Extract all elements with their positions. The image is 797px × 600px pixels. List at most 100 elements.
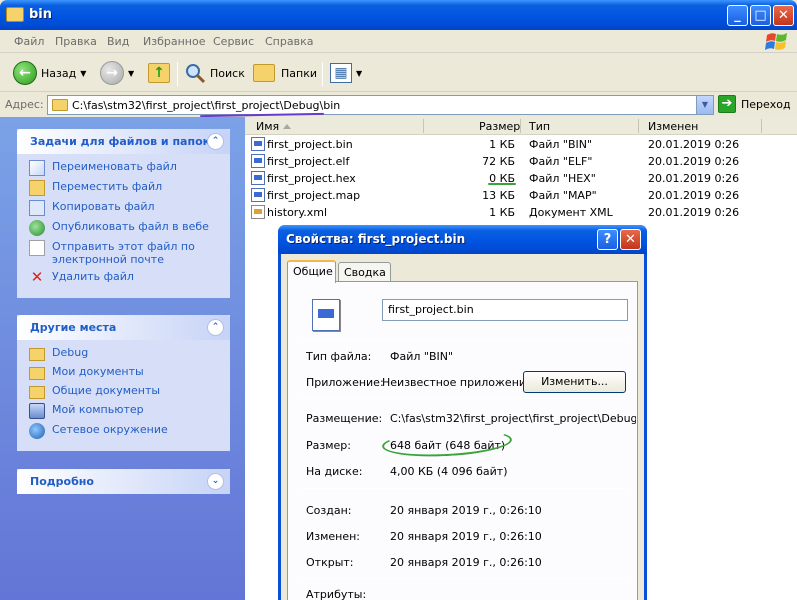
column-name[interactable]: Имя (256, 120, 279, 133)
change-button[interactable]: Изменить... (523, 371, 626, 393)
type-value: Файл "BIN" (390, 350, 454, 363)
minimize-button[interactable]: _ (727, 5, 748, 26)
network-icon (29, 423, 45, 439)
menu-favorites[interactable]: Избранное (143, 35, 205, 48)
chevron-down-icon[interactable]: ⌄ (207, 473, 224, 490)
table-row[interactable]: first_project.hex 0 КБ Файл "HEX" 20.01.… (245, 170, 797, 187)
location-label: Размещение: (306, 412, 383, 425)
location-value: C:\fas\stm32\first_project\first_project… (390, 412, 636, 425)
go-arrow-icon: ➔ (718, 95, 736, 113)
up-folder-icon: ↑ (148, 63, 170, 83)
delete-icon: ✕ (30, 268, 44, 286)
file-hex-icon (251, 171, 265, 185)
window-title: bin (29, 7, 53, 22)
task-rename[interactable]: Переименовать файл (29, 160, 220, 176)
chevron-down-icon[interactable]: ▼ (356, 69, 362, 78)
filename-input[interactable]: first_project.bin (382, 299, 628, 321)
dialog-close-button[interactable]: ✕ (620, 229, 641, 250)
file-tasks-panel: Задачи для файлов и папок ⌃ Переименоват… (17, 129, 230, 298)
menu-file[interactable]: Файл (14, 35, 44, 48)
menu-view[interactable]: Вид (107, 35, 129, 48)
help-button[interactable]: ? (597, 229, 618, 250)
file-map-icon (251, 188, 265, 202)
address-bar: Адрес: C:\fas\stm32\first_project\first_… (0, 93, 797, 116)
created-value: 20 января 2019 г., 0:26:10 (390, 504, 542, 517)
chevron-down-icon[interactable]: ▼ (128, 69, 134, 78)
toolbar: ← Назад ▼ → ▼ ↑ Поиск Папки ▦ ▼ (0, 54, 797, 92)
tab-general[interactable]: Общие (287, 260, 336, 283)
column-modified[interactable]: Изменен (648, 120, 698, 133)
go-label: Переход (741, 97, 791, 111)
other-places-title: Другие места (30, 321, 117, 334)
folders-button[interactable]: Папки (253, 60, 317, 86)
task-move[interactable]: Переместить файл (29, 180, 220, 196)
column-type[interactable]: Тип (529, 120, 550, 133)
maximize-button[interactable]: □ (750, 5, 771, 26)
folders-icon (253, 64, 275, 82)
task-publish[interactable]: Опубликовать файл в вебе (29, 220, 220, 236)
place-my-computer[interactable]: Мой компьютер (29, 403, 220, 419)
chevron-up-icon[interactable]: ⌃ (207, 133, 224, 150)
app-label: Приложение: (306, 376, 384, 389)
chevron-up-icon[interactable]: ⌃ (207, 319, 224, 336)
disk-size-label: На диске: (306, 465, 363, 478)
table-row[interactable]: first_project.map 13 КБ Файл "MAP" 20.01… (245, 187, 797, 204)
close-button[interactable]: ✕ (773, 5, 794, 26)
disk-size-value: 4,00 КБ (4 096 байт) (390, 465, 508, 478)
task-delete[interactable]: ✕ Удалить файл (29, 270, 220, 286)
task-copy[interactable]: Копировать файл (29, 200, 220, 216)
search-button[interactable]: Поиск (184, 60, 245, 86)
move-icon (29, 180, 45, 196)
menu-tools[interactable]: Сервис (213, 35, 254, 48)
views-button[interactable]: ▦ ▼ (330, 60, 362, 86)
window-title-bar[interactable]: bin _ □ ✕ (0, 0, 797, 30)
properties-dialog: Свойства: first_project.bin ? ✕ Общие Св… (278, 225, 647, 600)
modified-value: 20 января 2019 г., 0:26:10 (390, 530, 542, 543)
details-panel: Подробно ⌄ (17, 469, 230, 494)
place-network[interactable]: Сетевое окружение (29, 423, 220, 439)
other-places-panel: Другие места ⌃ Debug Мои документы Общие… (17, 315, 230, 451)
place-shared-documents[interactable]: Общие документы (29, 384, 220, 399)
table-row[interactable]: first_project.bin 1 КБ Файл "BIN" 20.01.… (245, 136, 797, 153)
details-title: Подробно (30, 475, 94, 488)
details-header[interactable]: Подробно ⌄ (17, 469, 230, 494)
folders-label: Папки (281, 66, 317, 80)
folder-icon (6, 7, 24, 22)
computer-icon (29, 403, 45, 419)
back-arrow-icon: ← (13, 61, 37, 85)
file-tasks-title: Задачи для файлов и папок (30, 135, 211, 148)
table-row[interactable]: first_project.elf 72 КБ Файл "ELF" 20.01… (245, 153, 797, 170)
up-folder-button[interactable]: ↑ (148, 60, 170, 86)
place-my-documents[interactable]: Мои документы (29, 365, 220, 380)
annotation-underline (488, 183, 516, 185)
shared-documents-icon (29, 386, 45, 399)
dialog-title: Свойства: first_project.bin (286, 232, 466, 246)
search-label: Поиск (210, 66, 245, 80)
file-tasks-header[interactable]: Задачи для файлов и папок ⌃ (17, 129, 230, 154)
folder-icon (29, 348, 45, 361)
chevron-down-icon[interactable]: ▼ (80, 69, 86, 78)
menu-help[interactable]: Справка (265, 35, 313, 48)
column-size[interactable]: Размер (479, 120, 520, 133)
annotation-oval (381, 426, 513, 460)
file-elf-icon (251, 154, 265, 168)
publish-web-icon (29, 220, 45, 236)
file-bin-icon (251, 137, 265, 151)
forward-button[interactable]: → ▼ (100, 60, 134, 86)
task-email[interactable]: Отправить этот файл по электронной почте (29, 240, 220, 266)
menu-edit[interactable]: Правка (55, 35, 97, 48)
dialog-title-bar[interactable]: Свойства: first_project.bin ? ✕ (278, 225, 647, 254)
file-xml-icon (251, 205, 265, 219)
go-button[interactable]: ➔ Переход (718, 95, 791, 113)
back-button[interactable]: ← Назад ▼ (13, 60, 86, 86)
type-label: Тип файла: (306, 350, 372, 363)
address-input[interactable]: C:\fas\stm32\first_project\first_project… (47, 95, 714, 115)
other-places-header[interactable]: Другие места ⌃ (17, 315, 230, 340)
place-debug[interactable]: Debug (29, 346, 220, 361)
opened-value: 20 января 2019 г., 0:26:10 (390, 556, 542, 569)
tab-summary[interactable]: Сводка (338, 262, 391, 282)
table-row[interactable]: history.xml 1 КБ Документ XML 20.01.2019… (245, 204, 797, 221)
address-dropdown-button[interactable]: ▼ (696, 96, 713, 114)
address-label: Адрес: (5, 98, 44, 111)
views-icon: ▦ (330, 63, 352, 83)
